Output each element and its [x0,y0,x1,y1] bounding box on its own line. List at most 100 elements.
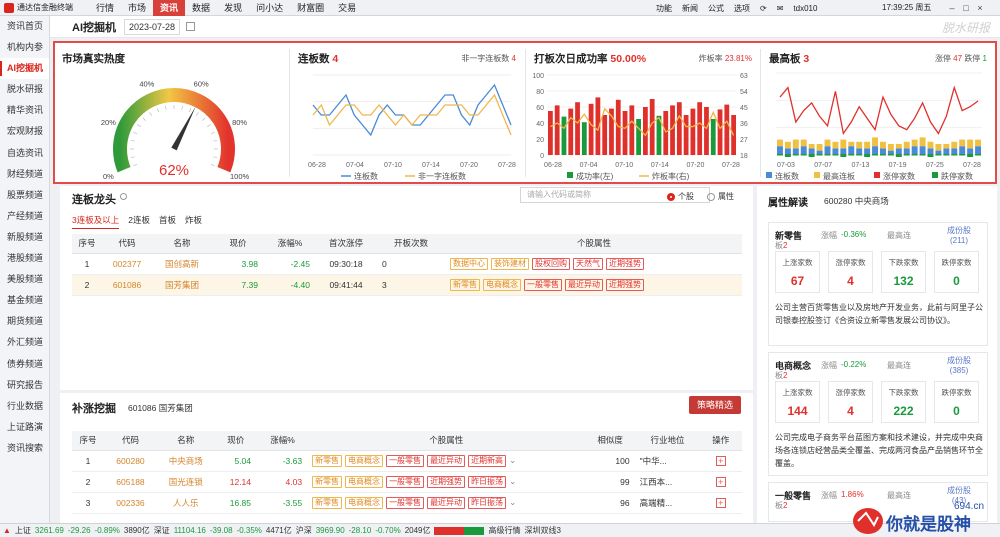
mail-icon[interactable]: ✉ [777,4,784,13]
sidebar-item-12[interactable]: 美股频道 [0,269,49,290]
stock-code[interactable]: 600280 [103,450,158,472]
stock-name[interactable]: 中央商场 [157,450,215,472]
fill-col-header[interactable]: 个股属性 [308,431,585,451]
attribute-tag[interactable]: 电商概念 [345,454,384,467]
attribute-tag[interactable]: 近期强势 [606,257,644,270]
attribute-tag[interactable]: 一般零售 [524,278,562,291]
sidebar-item-17[interactable]: 研究报告 [0,375,49,396]
stock-code[interactable]: 605188 [103,471,158,493]
attribute-tag[interactable]: 一般零售 [386,454,425,467]
sidebar-item-7[interactable]: 财经频道 [0,164,49,185]
sidebar-item-6[interactable]: 自选资讯 [0,143,49,164]
attribute-tag[interactable]: 新零售 [312,475,343,488]
menu-item-jiaoyi[interactable]: 交易 [331,0,363,16]
menu-item-faxian[interactable]: 发现 [217,0,249,16]
lead-col-header[interactable]: 开板次数 [376,234,446,254]
maximize-icon[interactable]: □ [959,3,973,13]
radio-stock[interactable]: 个股 [667,191,694,202]
sidebar-item-0[interactable]: 资讯首页 [0,16,49,37]
attribute-tag[interactable]: 最近异动 [427,496,466,509]
sidebar-item-14[interactable]: 期货频道 [0,311,49,332]
stock-name[interactable]: 国创高新 [152,253,212,275]
attribute-tag[interactable]: 数据中心 [450,257,488,270]
lead-col-header[interactable]: 名称 [152,234,212,254]
fill-col-header[interactable]: 代码 [103,431,158,451]
tab-zhaban[interactable]: 炸板 [185,214,202,229]
attribute-tag[interactable]: 电商概念 [345,475,384,488]
sidebar-item-15[interactable]: 外汇频道 [0,332,49,353]
attribute-tag[interactable]: 近期强势 [606,278,644,291]
lead-col-header[interactable]: 涨幅% [264,234,316,254]
card-comp[interactable]: (211) [939,236,979,246]
menu-item-zixun[interactable]: 资讯 [153,0,186,16]
table-row[interactable]: 2 605188 国光连锁 12.14 4.03 新零售 电商概念 一般零售 近期强势 昨日振荡 ⌄… [72,471,742,493]
sidebar-item-8[interactable]: 股票频道 [0,185,49,206]
add-icon[interactable]: + [715,497,726,508]
attribute-tag[interactable]: 最近异动 [427,454,466,467]
attribute-tag[interactable]: 新零售 [450,278,480,291]
attribute-tag[interactable]: 近期强势 [427,475,466,488]
minimize-icon[interactable]: – [945,3,959,13]
strategy-button[interactable]: 策略精选 [689,396,741,414]
date-picker[interactable]: 2023-07-28 [124,18,181,35]
menu-gongshi[interactable]: 公式 [708,3,724,14]
attribute-tag[interactable]: 装饰建材 [491,257,529,270]
attribute-tag[interactable]: 近期新高 [468,454,507,467]
menu-xinwen[interactable]: 新闻 [682,3,698,14]
sidebar-item-19[interactable]: 上证路演 [0,417,49,438]
attribute-tag[interactable]: 天然气 [573,257,603,270]
sidebar-item-9[interactable]: 产经频道 [0,206,49,227]
attribute-tag[interactable]: 最近异动 [565,278,603,291]
calendar-icon[interactable] [186,22,196,31]
fill-col-header[interactable]: 相似度 [584,431,636,451]
refresh-icon[interactable]: ⟳ [760,4,767,13]
menu-item-shuju[interactable]: 数据 [185,0,217,16]
tab-2lianban[interactable]: 2连板 [128,214,150,229]
menu-item-shichang[interactable]: 市场 [121,0,153,16]
table-row[interactable]: 1 002377 国创高新 3.98 -2.45 09:30:18 0 数据中心 装饰建材 股权回… [72,253,742,275]
sidebar-item-16[interactable]: 债券频道 [0,354,49,375]
table-row[interactable]: 2 601086 国芳集团 7.39 -4.40 09:41:44 3 新零售 电商概念 一般零售… [72,274,742,296]
sidebar-item-11[interactable]: 港股频道 [0,248,49,269]
attribute-tag[interactable]: 电商概念 [345,496,384,509]
stock-name[interactable]: 国光连锁 [157,471,215,493]
attribute-tag[interactable]: 一般零售 [386,475,425,488]
stock-name[interactable]: 人人乐 [157,492,215,514]
fill-col-header[interactable]: 涨幅% [257,431,309,451]
attribute-tag[interactable]: 一般零售 [386,496,425,509]
attribute-tag[interactable]: 昨日振荡 [468,496,507,509]
attribute-tag[interactable]: 新零售 [312,454,343,467]
attribute-tag[interactable]: 股权回购 [532,257,570,270]
add-icon[interactable]: + [715,455,726,466]
tab-shouban[interactable]: 首板 [159,214,176,229]
card-comp-label[interactable]: 成份股 [939,226,979,236]
sidebar-item-2[interactable]: AI挖掘机 [0,58,49,80]
card-comp-label[interactable]: 成份股 [939,486,979,496]
attribute-tag[interactable]: 新零售 [312,496,343,509]
sidebar-item-3[interactable]: 脱水研报 [0,79,49,100]
user-name[interactable]: tdx010 [793,4,817,13]
fill-col-header[interactable]: 操作 [699,431,742,451]
menu-item-wenxiaoda[interactable]: 问小达 [249,0,290,16]
sidebar-item-13[interactable]: 基金频道 [0,290,49,311]
market-mode[interactable]: 高级行情 [488,525,520,536]
lead-col-header[interactable]: 个股属性 [446,234,742,254]
expand-icon[interactable]: ⌄ [509,476,516,486]
close-icon[interactable]: × [973,3,987,13]
sidebar-item-4[interactable]: 精华资讯 [0,100,49,121]
sidebar-item-5[interactable]: 宏观财报 [0,121,49,142]
sidebar-item-18[interactable]: 行业数据 [0,396,49,417]
fill-col-header[interactable]: 行业地位 [635,431,700,451]
fill-col-header[interactable]: 现价 [214,431,258,451]
stock-name[interactable]: 国芳集团 [152,274,212,296]
info-icon[interactable] [120,193,127,200]
stock-code[interactable]: 002336 [103,492,158,514]
card-comp-label[interactable]: 成份股 [939,356,979,366]
table-row[interactable]: 1 600280 中央商场 5.04 -3.63 新零售 电商概念 一般零售 最近异动 近期新高 ⌄… [72,450,742,472]
menu-item-hangqing[interactable]: 行情 [89,0,121,16]
sidebar-item-10[interactable]: 新股频道 [0,227,49,248]
fill-col-header[interactable]: 序号 [72,431,104,451]
add-icon[interactable]: + [715,476,726,487]
tab-3lianban[interactable]: 3连板及以上 [72,214,120,229]
server-name[interactable]: 深圳双线3 [524,525,560,536]
